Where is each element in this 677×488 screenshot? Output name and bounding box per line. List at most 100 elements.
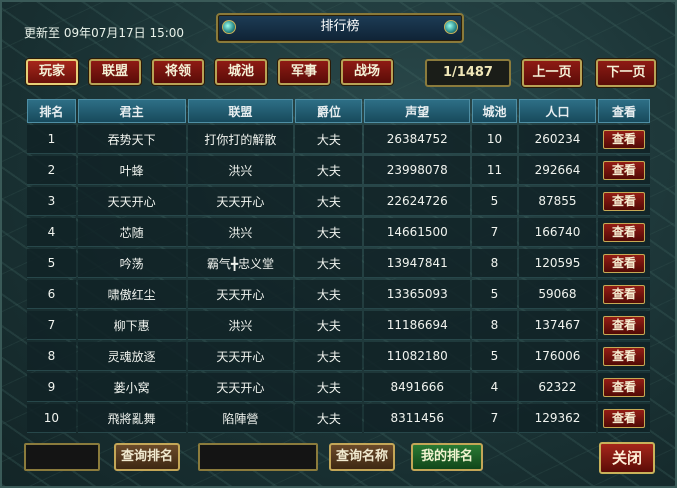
- table-row: 5 吟荡 霸气╋忠义堂 大夫 13947841 8 120595 查看: [27, 249, 650, 278]
- cell-population: 120595: [518, 249, 597, 278]
- rank-query-input[interactable]: [24, 443, 100, 471]
- view-button[interactable]: 查看: [603, 377, 646, 397]
- tab-military[interactable]: 军事: [278, 59, 330, 85]
- cell-rank: 2: [27, 156, 76, 185]
- cell-population: 137467: [518, 311, 597, 340]
- table-row: 3 天天开心 天天开心 大夫 22624726 5 87855 查看: [27, 187, 650, 216]
- cell-cities: 7: [472, 404, 517, 433]
- cell-view: 查看: [598, 311, 650, 340]
- cell-cities: 8: [472, 311, 517, 340]
- gem-icon: [444, 20, 458, 34]
- prev-page-button[interactable]: 上一页: [522, 59, 582, 87]
- cell-title: 大夫: [295, 125, 363, 154]
- cell-population: 129362: [518, 404, 597, 433]
- table-row: 4 芯随 洪兴 大夫 14661500 7 166740 查看: [27, 218, 650, 247]
- cell-title: 大夫: [295, 187, 363, 216]
- cell-rank: 1: [27, 125, 76, 154]
- cell-cities: 5: [472, 280, 517, 309]
- cell-lord: 飛將亂舞: [77, 404, 186, 433]
- col-lord: 君主: [77, 99, 186, 123]
- cell-alliance: 陷陣營: [187, 404, 294, 433]
- next-page-button[interactable]: 下一页: [596, 59, 656, 87]
- view-button[interactable]: 查看: [603, 191, 646, 211]
- view-button[interactable]: 查看: [603, 315, 646, 335]
- tab-players[interactable]: 玩家: [26, 59, 78, 85]
- cell-prestige: 26384752: [364, 125, 471, 154]
- cell-population: 59068: [518, 280, 597, 309]
- cell-lord: 蒌小窝: [77, 373, 186, 402]
- cell-alliance: 天天开心: [187, 342, 294, 371]
- col-cities: 城池: [472, 99, 517, 123]
- table-row: 6 啸傲红尘 天天开心 大夫 13365093 5 59068 查看: [27, 280, 650, 309]
- cell-prestige: 8311456: [364, 404, 471, 433]
- cell-alliance: 天天开心: [187, 373, 294, 402]
- cell-rank: 3: [27, 187, 76, 216]
- tab-generals[interactable]: 将领: [152, 59, 204, 85]
- cell-cities: 5: [472, 187, 517, 216]
- cell-population: 166740: [518, 218, 597, 247]
- cell-view: 查看: [598, 218, 650, 247]
- view-button[interactable]: 查看: [603, 346, 646, 366]
- cell-rank: 5: [27, 249, 76, 278]
- cell-prestige: 13365093: [364, 280, 471, 309]
- cell-population: 62322: [518, 373, 597, 402]
- cell-view: 查看: [598, 156, 650, 185]
- cell-alliance: 天天开心: [187, 187, 294, 216]
- cell-prestige: 13947841: [364, 249, 471, 278]
- cell-alliance: 洪兴: [187, 156, 294, 185]
- col-prestige: 声望: [364, 99, 471, 123]
- cell-lord: 吟荡: [77, 249, 186, 278]
- cell-view: 查看: [598, 373, 650, 402]
- cell-rank: 6: [27, 280, 76, 309]
- ranking-table: 排名 君主 联盟 爵位 声望 城池 人口 查看 1 吞势天下 打你打的解散 大夫 263…: [25, 97, 652, 435]
- cell-prestige: 14661500: [364, 218, 471, 247]
- cell-prestige: 23998078: [364, 156, 471, 185]
- query-rank-button[interactable]: 查询排名: [114, 443, 180, 471]
- table-row: 7 柳下惠 洪兴 大夫 11186694 8 137467 查看: [27, 311, 650, 340]
- view-button[interactable]: 查看: [603, 222, 646, 242]
- cell-cities: 5: [472, 342, 517, 371]
- cell-lord: 灵魂放逐: [77, 342, 186, 371]
- ranking-window: 更新至 09年07月17日 15:00 排行榜 玩家 联盟 将领 城池 军事 战…: [0, 0, 677, 488]
- cell-rank: 7: [27, 311, 76, 340]
- view-button[interactable]: 查看: [603, 253, 646, 273]
- cell-lord: 啸傲红尘: [77, 280, 186, 309]
- view-button[interactable]: 查看: [603, 284, 646, 304]
- name-query-input[interactable]: [198, 443, 318, 471]
- cell-view: 查看: [598, 280, 650, 309]
- cell-alliance: 霸气╋忠义堂: [187, 249, 294, 278]
- view-button[interactable]: 查看: [603, 160, 646, 180]
- tab-battlefield[interactable]: 战场: [341, 59, 393, 85]
- cell-rank: 10: [27, 404, 76, 433]
- cell-cities: 4: [472, 373, 517, 402]
- cell-title: 大夫: [295, 280, 363, 309]
- close-button[interactable]: 关闭: [599, 442, 655, 474]
- window-title: 排行榜: [216, 13, 464, 43]
- cell-lord: 吞势天下: [77, 125, 186, 154]
- update-time: 更新至 09年07月17日 15:00: [24, 26, 185, 40]
- page-indicator: 1/1487: [425, 59, 511, 87]
- view-button[interactable]: 查看: [603, 129, 646, 149]
- cell-view: 查看: [598, 249, 650, 278]
- view-button[interactable]: 查看: [603, 408, 646, 428]
- cell-alliance: 天天开心: [187, 280, 294, 309]
- cell-title: 大夫: [295, 373, 363, 402]
- query-name-button[interactable]: 查询名称: [329, 443, 395, 471]
- table-header: 排名 君主 联盟 爵位 声望 城池 人口 查看: [27, 99, 650, 123]
- cell-alliance: 洪兴: [187, 311, 294, 340]
- tab-alliances[interactable]: 联盟: [89, 59, 141, 85]
- cell-title: 大夫: [295, 404, 363, 433]
- col-population: 人口: [518, 99, 597, 123]
- cell-lord: 叶蜂: [77, 156, 186, 185]
- cell-lord: 芯随: [77, 218, 186, 247]
- col-alliance: 联盟: [187, 99, 294, 123]
- table-row: 8 灵魂放逐 天天开心 大夫 11082180 5 176006 查看: [27, 342, 650, 371]
- cell-cities: 7: [472, 218, 517, 247]
- my-rank-button[interactable]: 我的排名: [411, 443, 483, 471]
- cell-prestige: 22624726: [364, 187, 471, 216]
- cell-population: 260234: [518, 125, 597, 154]
- cell-view: 查看: [598, 125, 650, 154]
- tab-cities[interactable]: 城池: [215, 59, 267, 85]
- cell-lord: 天天开心: [77, 187, 186, 216]
- cell-population: 87855: [518, 187, 597, 216]
